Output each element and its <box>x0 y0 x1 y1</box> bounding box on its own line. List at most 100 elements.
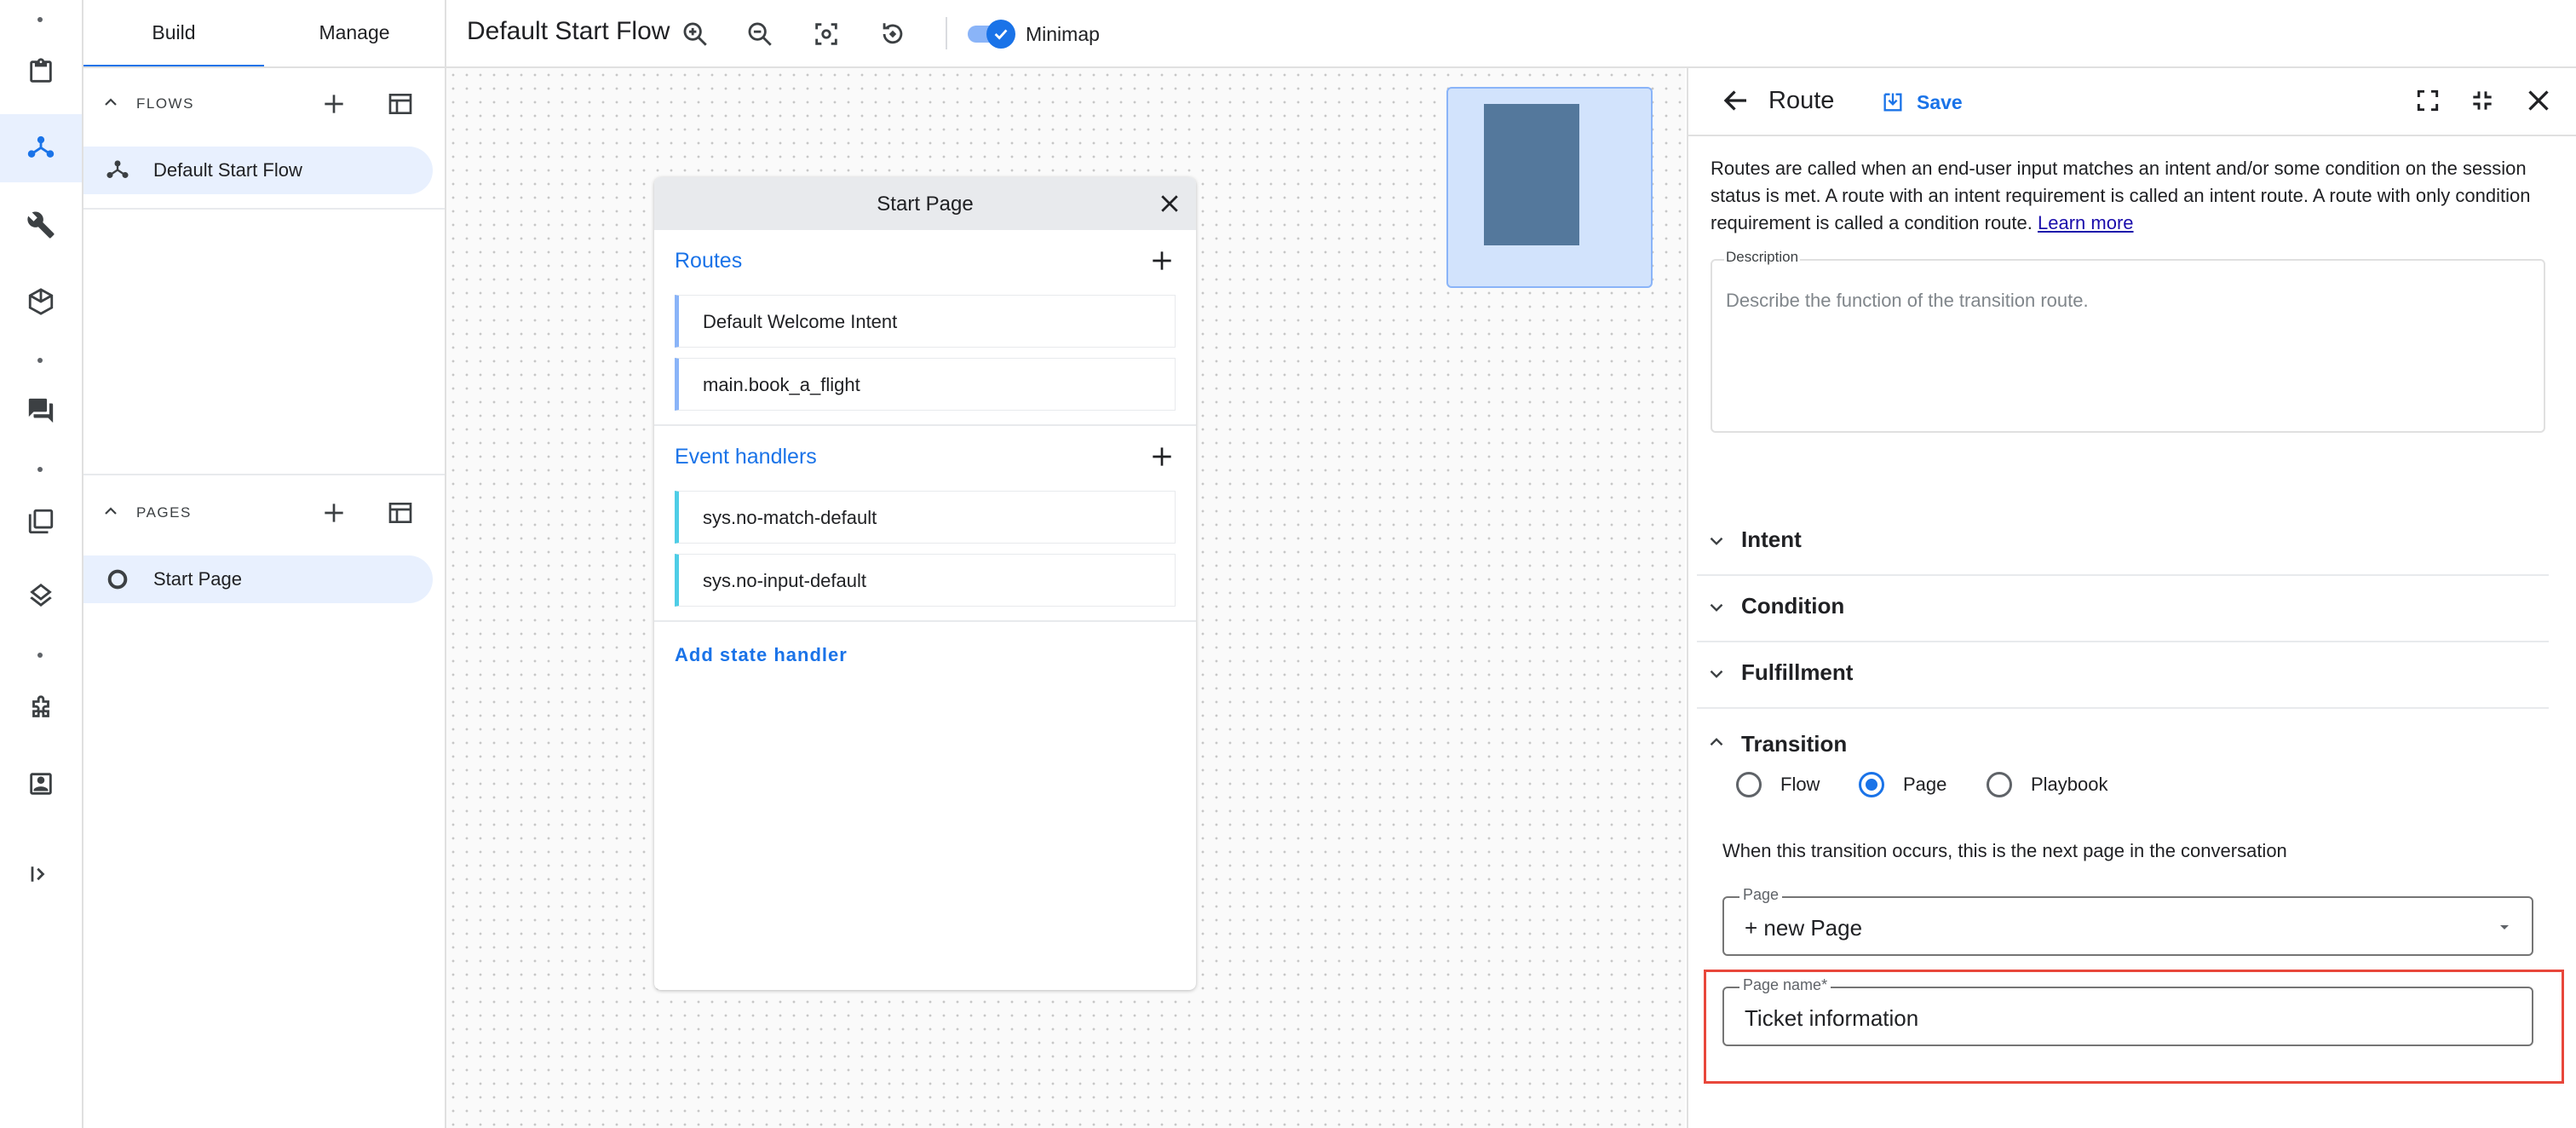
rail-entities-button[interactable] <box>0 268 82 336</box>
radio-page-label: Page <box>1903 774 1947 795</box>
flows-header-label: FLOWS <box>136 95 194 112</box>
left-rail <box>0 0 83 1128</box>
library-icon <box>28 509 54 534</box>
transition-hint-text: When this transition occurs, this is the… <box>1722 840 2287 861</box>
radio-button[interactable] <box>1987 772 2012 797</box>
learn-more-link[interactable]: Learn more <box>2038 212 2134 233</box>
rail-clipboard-button[interactable] <box>0 37 82 106</box>
rail-flows-button[interactable] <box>0 114 82 182</box>
tab-divider <box>83 66 445 68</box>
rail-tools-button[interactable] <box>0 191 82 259</box>
chat-icon <box>28 398 54 423</box>
radio-flow[interactable]: Flow <box>1736 772 1820 797</box>
reset-rotate-icon <box>883 23 903 44</box>
table-view-icon[interactable] <box>387 499 414 527</box>
event-handler-item[interactable]: sys.no-input-default <box>675 554 1176 607</box>
description-field[interactable]: Description Describe the function of the… <box>1711 249 2545 433</box>
add-flow-icon[interactable] <box>320 90 348 118</box>
page-item-start-page[interactable]: Start Page <box>83 555 433 603</box>
rail-integrations-button[interactable] <box>0 675 82 743</box>
rail-expand-button[interactable] <box>0 840 82 908</box>
toggle-switch[interactable] <box>966 19 1019 49</box>
radio-playbook-label: Playbook <box>2031 774 2108 795</box>
chevron-down-icon <box>1710 537 1723 545</box>
pages-header-label: PAGES <box>136 504 192 521</box>
radio-button[interactable] <box>1736 772 1762 797</box>
tab-manage[interactable]: Manage <box>264 0 445 65</box>
pages-divider <box>83 474 445 475</box>
fulfillment-section[interactable]: Fulfillment <box>1697 641 2549 709</box>
table-view-icon[interactable] <box>387 90 414 118</box>
rail-library-button[interactable] <box>0 487 82 555</box>
rail-separator <box>37 358 43 363</box>
check-icon <box>994 29 1008 40</box>
zoom-in-button[interactable] <box>676 15 714 53</box>
route-item-label: main.book_a_flight <box>703 374 860 395</box>
clipboard-icon <box>30 58 52 83</box>
page-name-field[interactable]: Page name* Ticket information <box>1722 976 2533 1046</box>
fit-view-button[interactable] <box>808 15 845 53</box>
chevron-down-icon <box>1710 670 1723 678</box>
page-item-label: Start Page <box>153 568 242 590</box>
flow-icon <box>27 135 55 158</box>
rail-separator <box>37 653 43 658</box>
flow-item-default-start-flow[interactable]: Default Start Flow <box>83 147 433 194</box>
fullscreen-icon[interactable] <box>2414 87 2441 114</box>
event-handlers-section-label: Event handlers <box>675 445 817 469</box>
rail-conversations-button[interactable] <box>0 377 82 445</box>
intent-section[interactable]: Intent <box>1697 508 2549 576</box>
minimap[interactable] <box>1446 87 1653 288</box>
save-icon <box>1883 93 1902 112</box>
flow-canvas[interactable]: Start Page Routes Default Welcome Intent… <box>446 68 1685 1128</box>
add-route-icon[interactable] <box>1148 247 1176 274</box>
wrench-icon <box>27 211 55 239</box>
flow-icon <box>106 160 129 178</box>
back-arrow-icon[interactable] <box>1721 85 1751 116</box>
intent-section-label: Intent <box>1741 527 1802 552</box>
page-select-label: Page <box>1739 886 1783 904</box>
save-button-label: Save <box>1917 90 1963 113</box>
page-node-card[interactable]: Start Page Routes Default Welcome Intent… <box>654 177 1196 990</box>
route-item[interactable]: Default Welcome Intent <box>675 295 1176 348</box>
radio-button-selected[interactable] <box>1859 772 1884 797</box>
transition-section-header[interactable]: Transition <box>1697 712 2549 779</box>
chevron-up-icon[interactable] <box>101 92 121 112</box>
chevron-up-icon[interactable] <box>101 501 121 521</box>
route-item-label: Default Welcome Intent <box>703 311 898 332</box>
save-button[interactable]: Save <box>1881 83 1963 121</box>
add-event-handler-icon[interactable] <box>1148 443 1176 470</box>
chevron-down-icon <box>1710 603 1723 612</box>
collapse-icon[interactable] <box>2469 87 2496 114</box>
tab-build[interactable]: Build <box>83 0 264 68</box>
puzzle-icon <box>32 695 49 717</box>
route-item[interactable]: main.book_a_flight <box>675 358 1176 411</box>
minimap-toggle[interactable]: Minimap <box>946 19 1116 49</box>
zoom-in-icon <box>683 22 707 46</box>
rail-layers-button[interactable] <box>0 564 82 632</box>
add-page-icon[interactable] <box>320 499 348 527</box>
card-divider <box>654 620 1196 622</box>
rail-contacts-button[interactable] <box>0 750 82 818</box>
page-name-label: Page name* <box>1739 976 1831 994</box>
condition-section[interactable]: Condition <box>1697 574 2549 642</box>
radio-playbook[interactable]: Playbook <box>1987 772 2108 797</box>
reset-view-button[interactable] <box>874 15 911 53</box>
page-select[interactable]: Page + new Page <box>1722 886 2533 956</box>
route-panel-title: Route <box>1768 87 1835 114</box>
close-icon[interactable] <box>2523 85 2554 116</box>
add-state-handler-link[interactable]: Add state handler <box>675 644 848 666</box>
zoom-out-button[interactable] <box>741 15 779 53</box>
event-handler-item[interactable]: sys.no-match-default <box>675 491 1176 544</box>
flow-title: Default Start Flow <box>467 17 670 45</box>
page-card-header: Start Page <box>654 177 1196 230</box>
event-handler-label: sys.no-input-default <box>703 570 866 591</box>
pages-section-header: PAGES <box>83 481 445 549</box>
route-panel: Route Save Routes are called when an end… <box>1687 68 2576 1128</box>
routes-section-label: Routes <box>675 249 743 273</box>
close-icon[interactable] <box>1157 191 1182 216</box>
radio-page[interactable]: Page <box>1859 772 1946 797</box>
fit-view-icon <box>815 23 837 45</box>
dropdown-arrow-icon <box>2500 925 2509 929</box>
rail-separator <box>37 467 43 472</box>
description-placeholder: Describe the function of the transition … <box>1726 290 2089 311</box>
